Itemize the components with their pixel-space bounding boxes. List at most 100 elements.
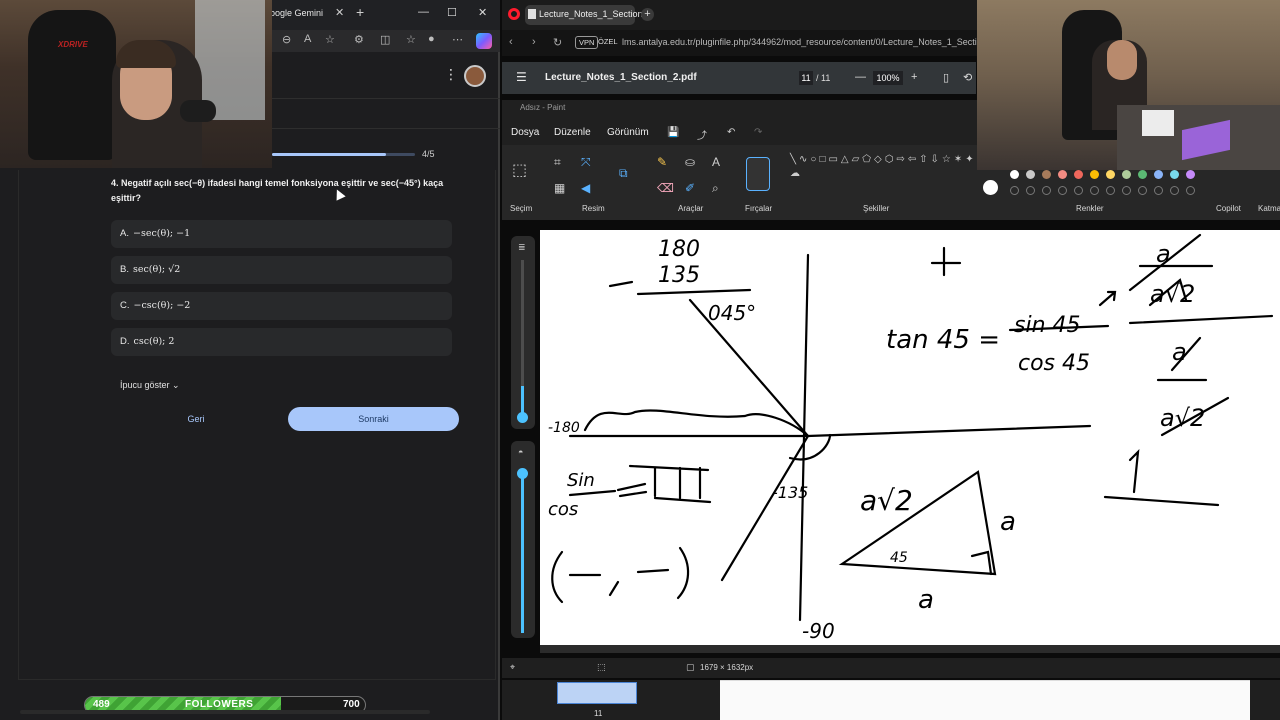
option-a[interactable]: A. −sec(θ); −1	[111, 220, 452, 248]
opera-logo-icon[interactable]	[508, 8, 520, 20]
read-aloud-icon[interactable]: A	[304, 33, 311, 45]
opacity-slider[interactable]: ◓	[511, 441, 535, 638]
menu-view[interactable]: Görünüm	[607, 127, 649, 138]
save-icon[interactable]: 💾	[667, 127, 679, 138]
color-swatch[interactable]	[1090, 170, 1099, 179]
color-swatch[interactable]	[1122, 170, 1131, 179]
color-swatch[interactable]	[1074, 170, 1083, 179]
back-icon[interactable]: ‹	[509, 36, 513, 48]
copilot-icon[interactable]	[476, 33, 492, 49]
opacity-thumb[interactable]	[517, 468, 528, 479]
new-tab-icon[interactable]: +	[356, 4, 364, 20]
reload-icon[interactable]: ↻	[553, 36, 562, 49]
share-icon[interactable]: ⤴	[697, 127, 707, 142]
option-d[interactable]: D. csc(θ); 2	[111, 328, 452, 356]
more-vert-icon[interactable]: ⋮	[444, 66, 458, 83]
undo-icon[interactable]: ↶	[727, 127, 735, 138]
empty-swatch[interactable]	[1138, 186, 1147, 195]
color-picker-icon[interactable]: ✐	[685, 181, 695, 195]
canvas-scrollbar[interactable]	[540, 645, 1280, 653]
color-swatch[interactable]	[1058, 170, 1067, 179]
color-swatch[interactable]	[1026, 170, 1035, 179]
option-c[interactable]: C. −csc(θ); −2	[111, 292, 452, 320]
maximize-icon[interactable]: ☐	[447, 6, 457, 19]
eraser-icon[interactable]: ⌫	[657, 181, 674, 195]
empty-swatch[interactable]	[1026, 186, 1035, 195]
crop-icon[interactable]: ⌗	[554, 155, 561, 170]
color-swatch[interactable]	[1186, 170, 1195, 179]
pencil-icon[interactable]: ✎	[657, 155, 667, 169]
color-swatch[interactable]	[1138, 170, 1147, 179]
horizontal-scrollbar[interactable]	[20, 710, 430, 714]
fit-page-icon[interactable]: ▯	[943, 71, 949, 84]
selected-color[interactable]	[983, 180, 998, 195]
page-input[interactable]: 11	[799, 71, 813, 85]
forward-icon[interactable]: ›	[532, 36, 536, 48]
window-close-icon[interactable]: ✕	[478, 6, 487, 19]
select-all-icon[interactable]: ▦	[554, 181, 565, 195]
rotate-icon[interactable]: ⟲	[963, 71, 972, 84]
page-thumbnail[interactable]	[557, 682, 637, 704]
menu-file[interactable]: Dosya	[511, 127, 539, 138]
color-swatch[interactable]	[1106, 170, 1115, 179]
paper	[1142, 110, 1174, 136]
resize-icon[interactable]: ⤧	[581, 155, 591, 170]
empty-swatch[interactable]	[1042, 186, 1051, 195]
rotate-image-icon[interactable]: ◀	[581, 181, 590, 195]
empty-swatch[interactable]	[1154, 186, 1163, 195]
empty-swatch[interactable]	[1106, 186, 1115, 195]
show-hint-button[interactable]: İpucu göster ⌄	[120, 380, 180, 391]
paren-left	[551, 550, 564, 604]
next-button[interactable]: Sonraki	[288, 407, 459, 431]
shapes-gallery[interactable]: ╲∿○□▭△▱⬠◇⬡⇨⇦⇧⇩☆✶✦☐⬭☁	[790, 153, 997, 201]
empty-swatch[interactable]	[1090, 186, 1099, 195]
option-b[interactable]: B. sec(θ); √2	[111, 256, 452, 284]
split-screen-icon[interactable]: ◫	[380, 33, 390, 46]
profile-icon[interactable]: ●	[428, 33, 435, 45]
empty-swatch[interactable]	[1122, 186, 1131, 195]
menu-icon[interactable]: ☰	[516, 70, 527, 84]
empty-swatch[interactable]	[1074, 186, 1083, 195]
pdf-tab-title[interactable]: Lecture_Notes_1_Section	[539, 9, 643, 19]
menu-edit[interactable]: Düzenle	[554, 127, 591, 138]
zoom-in-button[interactable]: +	[911, 71, 917, 83]
zoom-icon[interactable]: ⊖	[282, 33, 291, 46]
zoom-out-button[interactable]: —	[855, 71, 866, 83]
color-swatch[interactable]	[1010, 170, 1019, 179]
fill-icon[interactable]: ⛀	[685, 155, 695, 169]
avatar[interactable]	[464, 65, 486, 87]
tab-close-icon[interactable]: ✕	[335, 6, 344, 19]
favorite-icon[interactable]: ☆	[325, 33, 335, 46]
selection-size-icon: ⬚	[597, 662, 606, 672]
webcam-overlay: XDRIVE	[0, 0, 272, 168]
color-swatch[interactable]	[1154, 170, 1163, 179]
color-swatch[interactable]	[1042, 170, 1051, 179]
favorites-icon[interactable]: ☆	[406, 33, 416, 46]
magnifier-icon[interactable]: ⌕	[712, 181, 719, 196]
redo-icon[interactable]: ↷	[754, 127, 762, 138]
empty-swatch[interactable]	[1010, 186, 1019, 195]
image-search-icon[interactable]: ⧉	[619, 166, 628, 181]
paint-canvas[interactable]: 180 135 045° tan 45 = sin 45 cos 45 Sin …	[540, 230, 1280, 645]
empty-swatch[interactable]	[1170, 186, 1179, 195]
size-thumb[interactable]	[517, 412, 528, 423]
address-bar[interactable]: lms.antalya.edu.tr/pluginfile.php/344962…	[622, 37, 977, 47]
edge-toolbar: ⊖ A ☆ ⚙ ◫ ☆ ● ⋯	[270, 30, 500, 52]
minimize-icon[interactable]: —	[418, 6, 429, 18]
selection-icon[interactable]: ⬚	[512, 160, 527, 180]
brush-button[interactable]	[746, 157, 770, 191]
gemini-tab-title[interactable]: oogle Gemini	[270, 8, 323, 18]
back-button[interactable]: Geri	[160, 407, 232, 431]
extensions-icon[interactable]: ⚙	[354, 33, 364, 46]
color-swatch[interactable]	[1170, 170, 1179, 179]
opacity-icon: ◓	[518, 447, 524, 457]
empty-swatch[interactable]	[1058, 186, 1067, 195]
empty-swatch[interactable]	[1186, 186, 1195, 195]
vpn-badge[interactable]: VPN	[575, 36, 599, 49]
zoom-level[interactable]: 100%	[873, 71, 903, 85]
arc-scribble	[583, 409, 810, 438]
new-tab-icon[interactable]: +	[641, 8, 654, 21]
more-icon[interactable]: ⋯	[452, 33, 463, 46]
brush-size-slider[interactable]: ≣	[511, 236, 535, 429]
text-icon[interactable]: A	[712, 155, 720, 169]
